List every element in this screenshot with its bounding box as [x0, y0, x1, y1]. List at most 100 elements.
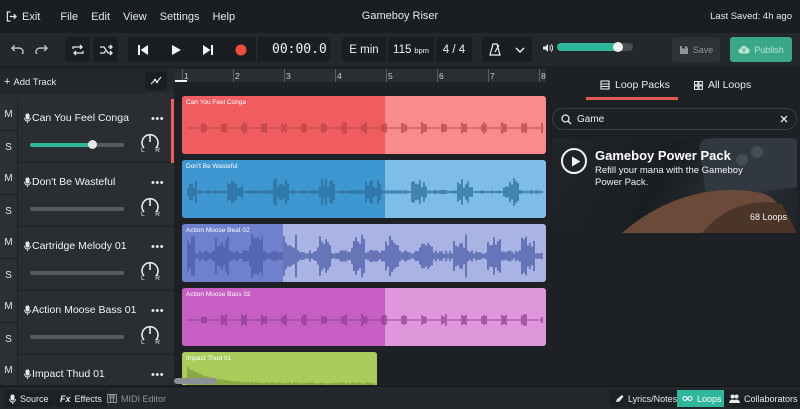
automation-button[interactable]	[145, 72, 167, 90]
skip-forward-button[interactable]	[198, 40, 218, 59]
source-label: Source	[20, 393, 49, 404]
record-icon	[235, 44, 247, 55]
track-pan-knob[interactable]: LR	[139, 323, 161, 346]
lyrics-notes-button[interactable]: Lyrics/Notes	[610, 390, 683, 407]
effects-button[interactable]: Fx Effects	[55, 390, 107, 407]
bpm-unit: bpm	[414, 46, 429, 55]
mute-button[interactable]: M	[0, 163, 18, 195]
close-icon	[780, 115, 788, 123]
mute-button[interactable]: M	[0, 99, 18, 131]
time-signature-selector[interactable]: 4 / 4	[436, 37, 472, 62]
menu-edit[interactable]: Edit	[91, 11, 110, 23]
track-row[interactable]: M S Can You Feel Conga ••• L R	[0, 99, 174, 163]
redo-button[interactable]	[32, 39, 50, 59]
track-more-button[interactable]: •••	[151, 305, 164, 317]
key-selector[interactable]: E min	[342, 37, 386, 62]
track-row[interactable]: M S Don't Be Wasteful ••• L R	[0, 163, 174, 227]
loop-toggle-button[interactable]	[65, 37, 90, 62]
fx-icon: Fx	[60, 393, 71, 404]
menu-file[interactable]: File	[60, 11, 78, 23]
solo-button[interactable]: S	[0, 323, 18, 355]
track-pan-knob[interactable]: LR	[139, 131, 161, 154]
save-button[interactable]: Save	[672, 37, 720, 62]
track-volume-slider[interactable]	[30, 207, 124, 211]
solo-button[interactable]: S	[0, 259, 18, 291]
metronome-options-dropdown[interactable]	[508, 37, 532, 62]
track-pan-knob[interactable]: LR	[139, 195, 161, 218]
mute-label: M	[4, 109, 13, 120]
mute-button[interactable]: M	[0, 355, 18, 385]
exit-button[interactable]: Exit	[6, 11, 40, 23]
track-row[interactable]: M S Action Moose Bass 01 ••• L R	[0, 291, 174, 355]
track-volume-slider[interactable]	[30, 140, 124, 149]
track-volume-knob[interactable]	[26, 332, 35, 341]
play-button[interactable]	[166, 40, 186, 59]
play-pack-button[interactable]	[561, 148, 587, 174]
metronome-button[interactable]	[482, 37, 508, 62]
project-title[interactable]: Gameboy Riser	[362, 10, 438, 22]
audio-clip[interactable]: Can You Feel Conga	[182, 96, 546, 154]
track-name[interactable]: Cartridge Melody 01	[32, 240, 127, 252]
loop-pack-card[interactable]: Gameboy Power Pack Refill your mana with…	[552, 138, 797, 233]
tab-all-loops[interactable]: All Loops	[694, 79, 751, 91]
timeline-lanes[interactable]: Can You Feel Conga Don't Be Wasteful Actio…	[174, 82, 546, 385]
tab-loop-packs[interactable]: Loop Packs	[600, 79, 670, 91]
ruler-tick	[386, 69, 387, 82]
master-volume-knob[interactable]	[612, 42, 623, 52]
skip-back-button[interactable]	[133, 40, 153, 59]
audio-clip[interactable]: Don't Be Wasteful	[182, 160, 546, 218]
menu-settings[interactable]: Settings	[160, 11, 200, 23]
loop-icon	[682, 395, 693, 402]
record-button[interactable]	[230, 40, 252, 59]
track-volume-knob[interactable]	[26, 268, 35, 277]
undo-button[interactable]	[8, 39, 26, 59]
mute-button[interactable]: M	[0, 291, 18, 323]
microphone-icon	[9, 394, 16, 404]
publish-button[interactable]: Publish	[730, 37, 792, 62]
solo-label: S	[5, 269, 12, 281]
loops-button[interactable]: Loops	[677, 390, 727, 407]
track-volume-knob[interactable]	[26, 204, 35, 213]
track-more-button[interactable]: •••	[151, 241, 164, 253]
track-volume-slider[interactable]	[30, 271, 124, 275]
timeline-ruler[interactable]: 12345678	[174, 69, 546, 91]
bpm-field[interactable]: 115 bpm	[388, 37, 434, 62]
horizontal-scrollbar[interactable]	[174, 378, 216, 384]
solo-button[interactable]: S	[0, 131, 18, 163]
ruler-tick	[437, 69, 438, 82]
collaborators-button[interactable]: Collaborators	[724, 390, 800, 407]
mute-button[interactable]: M	[0, 227, 18, 259]
midi-editor-label: MIDI Editor	[121, 393, 167, 404]
exit-label: Exit	[22, 10, 41, 23]
last-saved-status: Last Saved: 4h ago	[710, 11, 792, 22]
track-pan-knob[interactable]: LR	[139, 259, 161, 282]
time-display: 00:00.0	[272, 42, 327, 57]
track-more-button[interactable]: •••	[151, 177, 164, 189]
midi-editor-button[interactable]: MIDI Editor	[102, 390, 171, 407]
track-volume-knob[interactable]	[88, 140, 98, 149]
track-volume-slider[interactable]	[30, 335, 124, 339]
clear-search-button[interactable]	[780, 112, 788, 126]
clip-label: Don't Be Wasteful	[186, 163, 238, 170]
source-button[interactable]: Source	[4, 390, 54, 407]
track-rows: M S Can You Feel Conga ••• L R M S Don't Be Wast…	[0, 99, 174, 385]
track-more-button[interactable]: •••	[151, 113, 164, 125]
track-more-button[interactable]: •••	[151, 369, 164, 381]
track-name[interactable]: Don't Be Wasteful	[32, 176, 115, 188]
solo-button[interactable]: S	[0, 195, 18, 227]
add-track-button[interactable]: + Add Track	[4, 76, 56, 88]
track-name[interactable]: Impact Thud 01	[32, 368, 105, 380]
collaborators-label: Collaborators	[744, 393, 798, 404]
track-row[interactable]: MSImpact Thud 01•••LR	[0, 355, 174, 385]
audio-clip[interactable]: Action Moose Bass 02	[182, 288, 546, 346]
search-input[interactable]	[577, 112, 767, 126]
menu-help[interactable]: Help	[212, 11, 235, 23]
add-track-label: Add Track	[13, 76, 57, 88]
master-volume-slider[interactable]	[557, 42, 633, 52]
track-name[interactable]: Can You Feel Conga	[32, 112, 129, 124]
track-row[interactable]: M S Cartridge Melody 01 ••• L R	[0, 227, 174, 291]
audio-clip[interactable]: Action Moose Beat 02	[182, 224, 546, 282]
metronome-sync-button[interactable]	[93, 37, 118, 62]
menu-view[interactable]: View	[123, 11, 147, 23]
track-name[interactable]: Action Moose Bass 01	[32, 304, 136, 316]
